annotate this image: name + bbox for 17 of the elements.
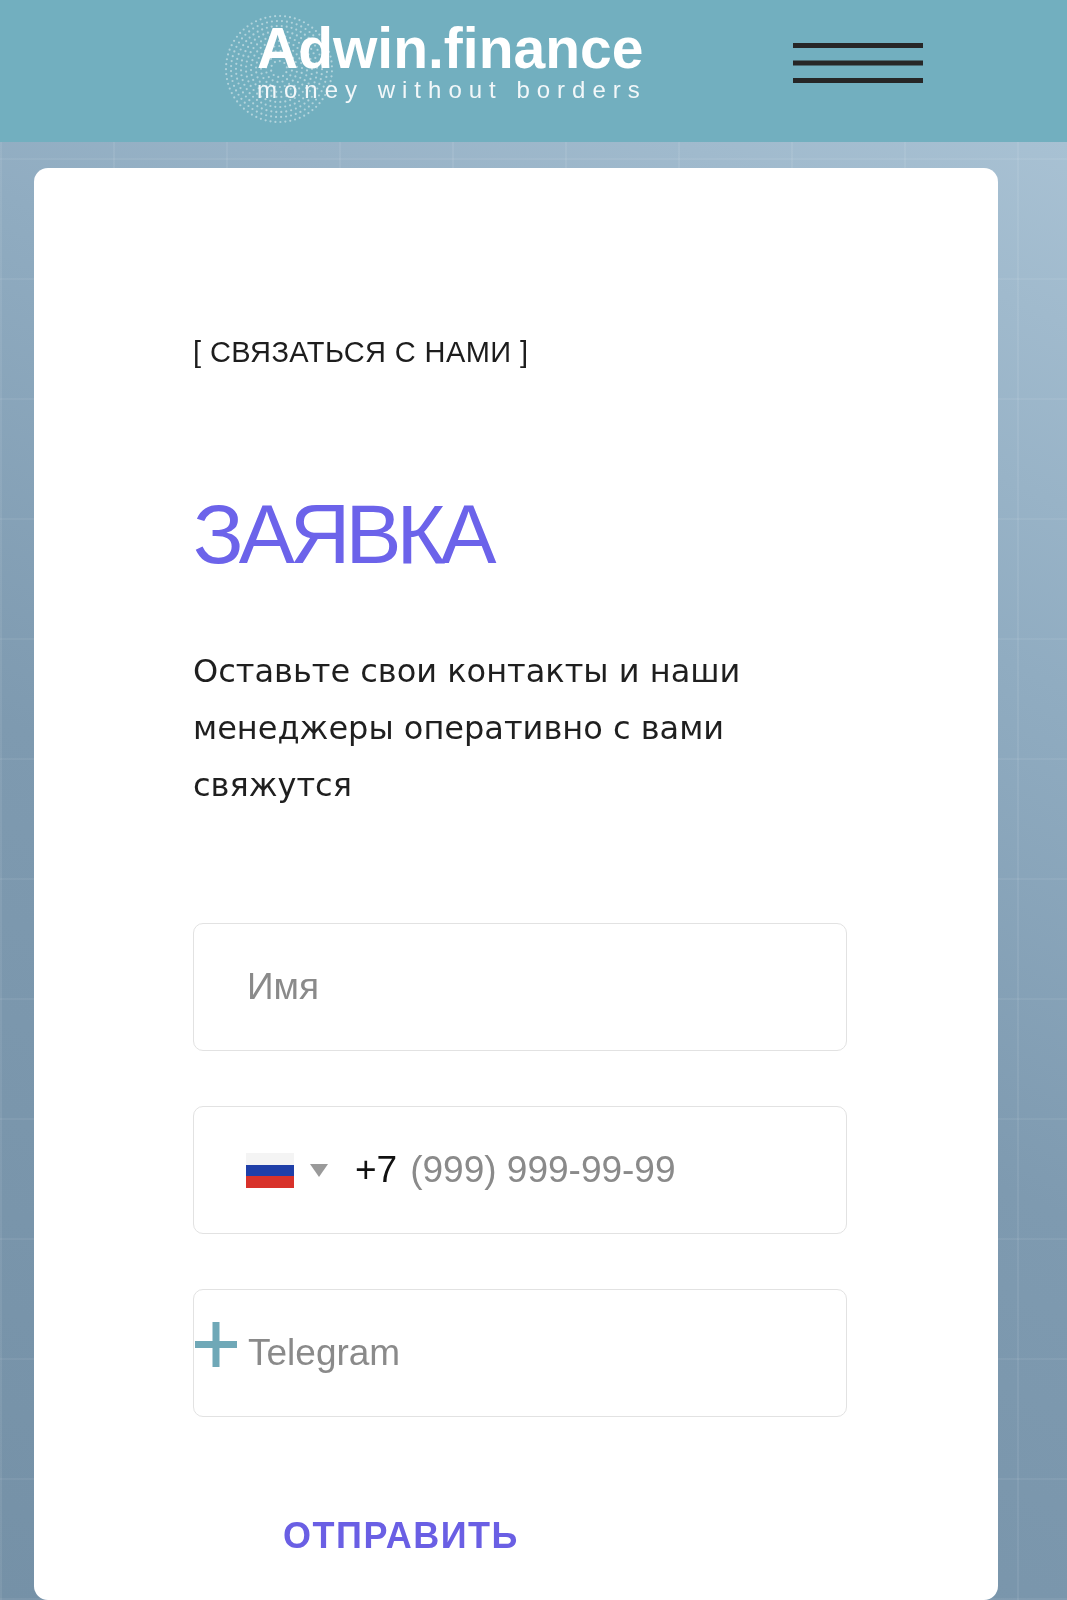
plus-icon <box>195 1321 237 1367</box>
country-select[interactable] <box>246 1152 328 1188</box>
section-label: [ СВЯЗАТЬСЯ С НАМИ ] <box>193 335 529 370</box>
messenger-field[interactable]: Telegram <box>193 1289 847 1417</box>
menu-button[interactable] <box>793 43 923 83</box>
brand-tagline: money without borders <box>257 76 647 104</box>
form-description: Оставьте свои контакты и наши менеджеры оперативно с вами свяжутся <box>193 651 742 806</box>
messenger-input[interactable]: Telegram <box>248 1328 846 1378</box>
name-field[interactable]: Имя <box>193 923 847 1051</box>
phone-number-input[interactable]: (999) 999-99-99 <box>410 1145 846 1195</box>
phone-field[interactable]: +7 (999) 999-99-99 <box>193 1106 847 1234</box>
menu-icon <box>793 43 923 83</box>
flag-icon <box>246 1152 294 1188</box>
form-title: ЗАЯВКА <box>193 492 492 576</box>
caret-icon <box>310 1163 328 1177</box>
brand-name: Adwin.finance <box>257 20 645 76</box>
country-code: +7 <box>355 1149 398 1191</box>
